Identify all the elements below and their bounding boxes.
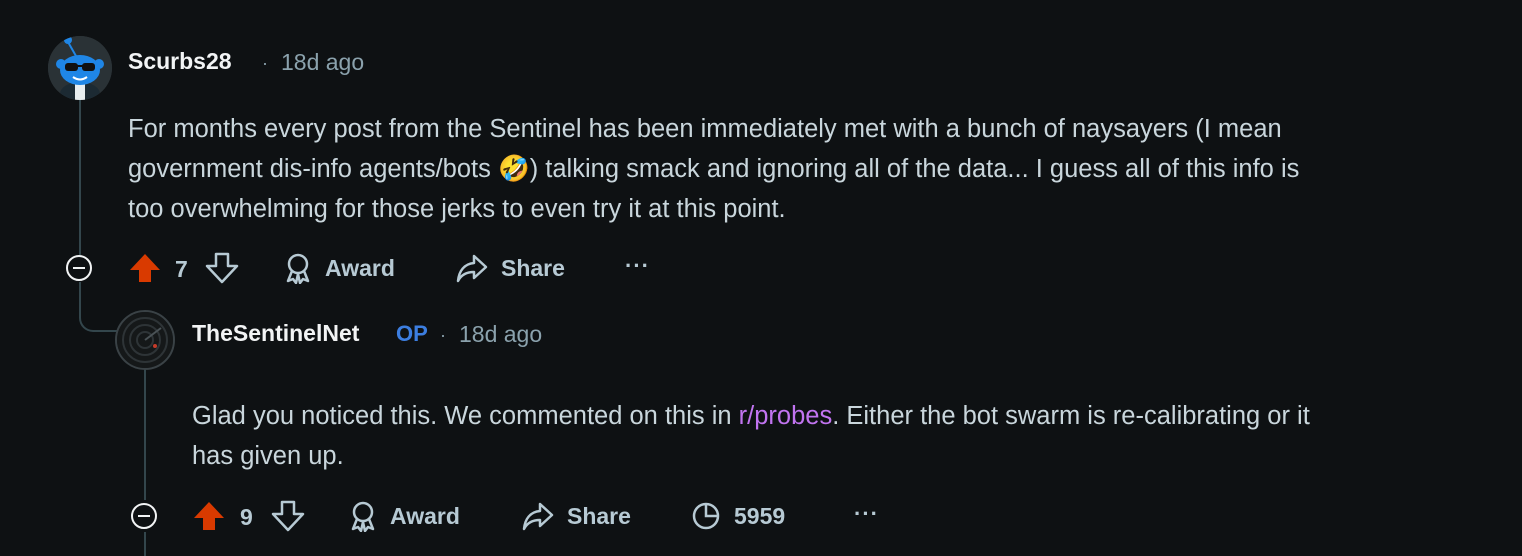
award-icon [351, 501, 375, 532]
vote-score: 7 [175, 256, 188, 282]
award-icon [286, 253, 310, 284]
downvote-icon [205, 252, 239, 284]
insights-button[interactable]: 5959 [690, 500, 785, 532]
award-label: Award [325, 254, 395, 281]
award-button[interactable]: Award [348, 500, 460, 532]
radar-avatar-icon [117, 312, 173, 368]
downvote-button[interactable] [271, 499, 305, 533]
award-button[interactable]: Award [283, 252, 395, 284]
share-label: Share [567, 502, 631, 529]
comment-author[interactable]: Scurbs28 [128, 48, 232, 75]
body-text-segment: Glad you noticed this. We commented on t… [192, 402, 739, 430]
comment-body-line: For months every post from the Sentinel … [128, 115, 1282, 143]
meta-separator: · [262, 53, 268, 73]
meta-separator: · [440, 325, 446, 345]
insights-icon [692, 502, 720, 530]
upvote-button[interactable] [192, 499, 226, 533]
comment-body-line: Glad you noticed this. We commented on t… [192, 396, 1512, 436]
comment-body: For months every post from the Sentinel … [128, 109, 1508, 229]
award-label: Award [390, 502, 460, 529]
comment-timestamp[interactable]: 18d ago [281, 49, 364, 76]
comment-timestamp[interactable]: 18d ago [459, 321, 542, 348]
collapse-button[interactable] [66, 255, 92, 281]
share-button[interactable]: Share [521, 500, 631, 532]
share-icon [456, 254, 488, 283]
downvote-button[interactable] [205, 251, 239, 285]
comment-author[interactable]: TheSentinelNet [192, 320, 359, 347]
subreddit-link[interactable]: r/probes [739, 402, 833, 430]
comment-body-line: government dis-info agents/bots 🤣) talki… [128, 155, 1300, 183]
vote-score: 9 [240, 504, 253, 530]
thread-line-main [79, 100, 81, 255]
more-options-button[interactable]: ··· [625, 253, 650, 279]
downvote-icon [271, 500, 305, 532]
share-button[interactable]: Share [455, 252, 565, 284]
thread-elbow [79, 282, 117, 332]
upvote-icon [130, 254, 160, 282]
avatar[interactable] [48, 36, 112, 100]
thread-line-reply-tail [144, 532, 146, 556]
comment-body-line: too overwhelming for those jerks to even… [128, 195, 786, 223]
body-text-segment: . Either the bot swarm is re-calibrating… [832, 402, 1310, 430]
share-icon [522, 502, 554, 531]
share-label: Share [501, 254, 565, 281]
snoo-avatar-icon [48, 36, 112, 100]
thread-line-reply [144, 368, 146, 500]
avatar[interactable] [115, 310, 175, 370]
upvote-icon [194, 502, 224, 530]
upvote-button[interactable] [128, 251, 162, 285]
op-badge: OP [396, 321, 428, 346]
more-options-button[interactable]: ··· [854, 501, 879, 527]
insights-count: 5959 [734, 502, 786, 529]
comment-body-line: has given up. [192, 442, 344, 470]
comment-body: Glad you noticed this. We commented on t… [192, 396, 1512, 476]
collapse-button[interactable] [131, 503, 157, 529]
